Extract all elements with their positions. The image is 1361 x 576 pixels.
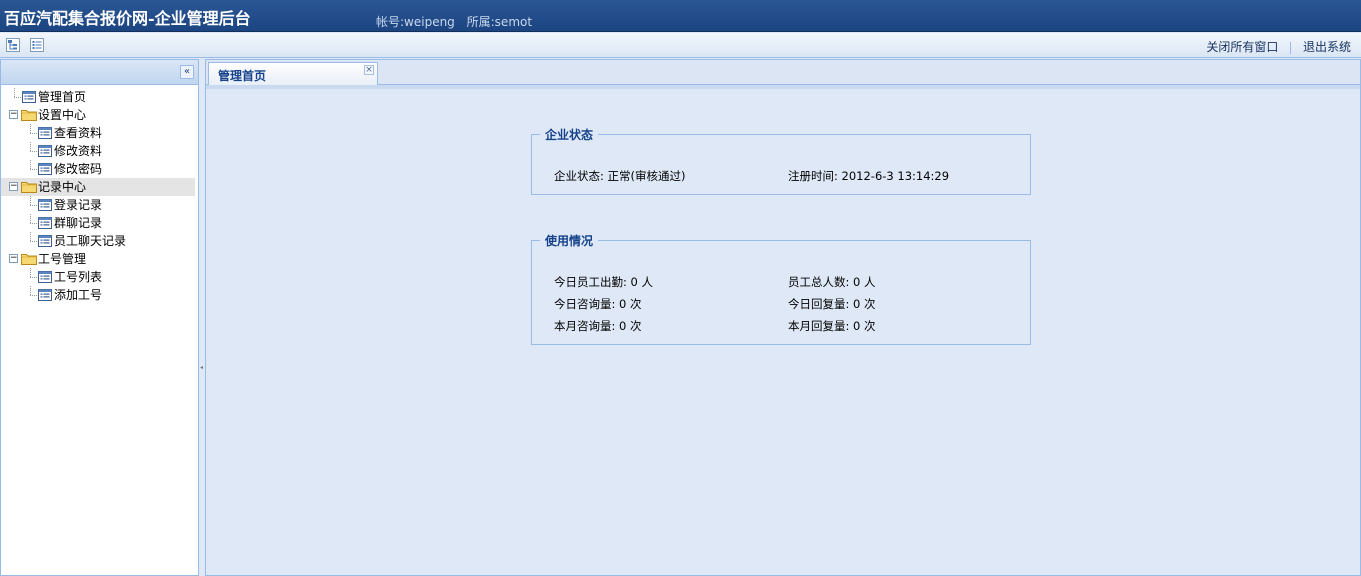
usage-box: 使用情况 今日员工出勤: 0 人 员工总人数: 0 人 今日咨询量: 0 次 今… [531, 232, 1031, 345]
tree-connector [30, 142, 31, 151]
tree-node-label: 查看资料 [54, 126, 103, 140]
tree-connector [30, 223, 37, 224]
tree-connector [30, 214, 31, 223]
splitter-grip-icon: ◂ [200, 364, 204, 371]
register-time: 注册时间: 2012-6-3 13:14:29 [788, 168, 949, 184]
tree-connector [30, 133, 37, 134]
tree-connector [30, 295, 37, 296]
register-time-label: 注册时间: [788, 169, 838, 183]
tree-node-2[interactable]: 查看资料 [1, 124, 198, 142]
tree-node-label: 工号管理 [38, 252, 87, 266]
tree-node-4[interactable]: 修改密码 [1, 160, 198, 178]
toolbar: 关闭所有窗口 退出系统 [0, 33, 1361, 58]
tree-connector [30, 232, 31, 241]
month-reply: 本月回复量: 0 次 [788, 319, 876, 333]
tree-node-3[interactable]: 修改资料 [1, 142, 198, 160]
company-status: 企业状态: 正常(审核通过) [554, 168, 686, 184]
tree-node-7[interactable]: 群聊记录 [1, 214, 198, 232]
usage-legend: 使用情况 [545, 234, 594, 248]
logout-link[interactable]: 退出系统 [1303, 40, 1351, 54]
collapse-sidebar-button[interactable]: « [180, 65, 194, 79]
tab-close-icon[interactable]: × [364, 65, 374, 75]
tree-node-label: 记录中心 [38, 180, 87, 194]
today-consult: 今日咨询量: 0 次 [554, 297, 642, 311]
collapse-toggle-icon[interactable]: − [9, 182, 18, 191]
account-name: 帐号:weipeng [376, 15, 455, 29]
app-title: 百应汽配集合报价网-企业管理后台 [4, 9, 251, 28]
tree-node-8[interactable]: 员工聊天记录 [1, 232, 198, 250]
tree-node-0[interactable]: 管理首页 [1, 88, 198, 106]
company-status-box: 企业状态 企业状态: 正常(审核通过) 注册时间: 2012-6-3 13:14… [531, 126, 1031, 195]
tree-connector [30, 160, 31, 169]
collapse-toggle-icon[interactable]: − [9, 254, 18, 263]
tree-connector [30, 241, 37, 242]
tree-node-5[interactable]: − 记录中心 [1, 178, 195, 196]
tree-connector [14, 88, 15, 97]
page-icon [38, 288, 52, 306]
collapse-toggle-icon[interactable]: − [9, 110, 18, 119]
tree-node-label: 工号列表 [54, 270, 103, 284]
tree-node-label: 群聊记录 [54, 216, 103, 230]
tab-content: 企业状态 企业状态: 正常(审核通过) 注册时间: 2012-6-3 13:14… [206, 85, 1360, 576]
list-view-icon[interactable] [30, 38, 44, 52]
tree-node-label: 管理首页 [38, 90, 87, 104]
main-panel: 管理首页 × 企业状态 企业状态: 正常(审核通过) 注册时间: 2012-6-… [205, 59, 1361, 576]
company-status-value: 正常(审核通过) [607, 169, 686, 183]
tree-connector [30, 277, 37, 278]
tree-node-6[interactable]: 登录记录 [1, 196, 198, 214]
tree-node-label: 员工聊天记录 [54, 234, 127, 248]
tree-connector [30, 196, 31, 205]
tree-connector [30, 169, 37, 170]
tree-connector [30, 268, 31, 277]
tree-connector [30, 151, 37, 152]
app-header: 百应汽配集合报价网-企业管理后台 帐号:weipeng 所属:semot [0, 0, 1361, 32]
nav-tree: 管理首页 − 设置中心查看资料修改资料修改密码 − 记录中心登录记录群聊记录员工聊天记录… [1, 85, 198, 304]
sidebar-header: « [1, 60, 198, 85]
toolbar-divider [1290, 41, 1292, 54]
tree-node-1[interactable]: − 设置中心 [1, 106, 198, 124]
company-status-label: 企业状态: [554, 169, 604, 183]
tree-node-label: 登录记录 [54, 198, 103, 212]
month-consult: 本月咨询量: 0 次 [554, 319, 642, 333]
tree-node-label: 修改资料 [54, 144, 103, 158]
tab-home[interactable]: 管理首页 × [208, 62, 378, 86]
tree-node-10[interactable]: 工号列表 [1, 268, 198, 286]
tree-node-label: 修改密码 [54, 162, 103, 176]
tab-home-label: 管理首页 [218, 69, 267, 83]
today-attendance: 今日员工出勤: 0 人 [554, 275, 654, 289]
total-staff: 员工总人数: 0 人 [788, 275, 876, 289]
tree-view-icon[interactable] [6, 38, 20, 52]
register-time-value: 2012-6-3 13:14:29 [841, 169, 950, 183]
tree-node-label: 设置中心 [38, 108, 87, 122]
tree-node-9[interactable]: − 工号管理 [1, 250, 198, 268]
tree-connector [30, 124, 31, 133]
sidebar: « 管理首页 − 设置中心查看资料修改资料修改密码 − 记录中心登录记录群聊记录员工聊天… [0, 59, 199, 576]
tab-bar: 管理首页 × [206, 60, 1360, 86]
today-reply: 今日回复量: 0 次 [788, 297, 876, 311]
tree-connector [14, 97, 21, 98]
account-belongs: 所属:semot [466, 15, 533, 29]
tree-node-11[interactable]: 添加工号 [1, 286, 198, 304]
company-status-legend: 企业状态 [545, 128, 594, 142]
tree-node-label: 添加工号 [54, 288, 103, 302]
tree-connector [30, 205, 37, 206]
close-all-windows-link[interactable]: 关闭所有窗口 [1206, 40, 1278, 54]
toolbar-links: 关闭所有窗口 退出系统 [1206, 38, 1351, 55]
tree-connector [30, 286, 31, 295]
account-info: 帐号:weipeng 所属:semot [376, 13, 540, 30]
